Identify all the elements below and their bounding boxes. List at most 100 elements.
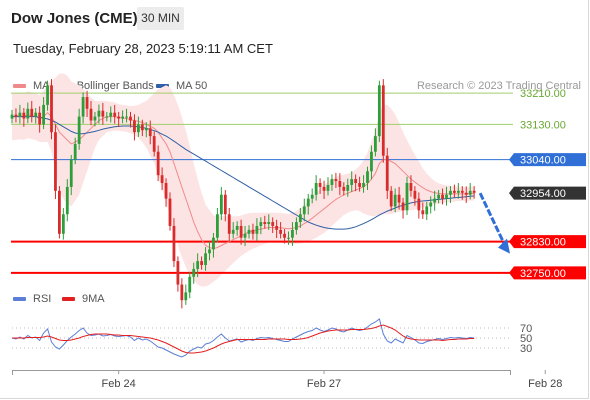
candle-body: [73, 143, 77, 160]
candle-body: [397, 194, 401, 203]
candle-body: [188, 276, 192, 293]
x-tick-label: Feb 27: [307, 378, 341, 390]
level-label-text: 33130.00: [520, 119, 566, 131]
candle-body: [89, 108, 93, 121]
candle-body: [38, 112, 42, 125]
candle-body: [109, 112, 113, 117]
candle-body: [441, 194, 444, 199]
price-chart: 33210.00 33130.00 33040.00 32954.00 32830.00…: [10, 73, 586, 390]
candle-body: [354, 179, 358, 183]
candle-body: [223, 194, 227, 215]
candle-body: [137, 124, 140, 133]
candle-body: [350, 179, 354, 185]
candle-body: [93, 116, 97, 121]
candle-body: [279, 229, 282, 234]
candle-body: [152, 136, 156, 152]
candle-body: [377, 85, 381, 137]
candle-body: [417, 198, 421, 211]
candle-body: [409, 183, 413, 191]
candle-body: [164, 183, 168, 199]
candle-body: [113, 112, 117, 117]
candle-body: [370, 151, 373, 172]
candle-body: [385, 155, 389, 191]
candle-body: [105, 116, 109, 118]
x-axis: Feb 24 Feb 27 Feb 28: [12, 370, 562, 390]
level-label-pivot-2: 33040.00: [509, 153, 586, 167]
candle-body: [251, 229, 255, 234]
candle-body: [310, 194, 314, 199]
candle-body: [421, 210, 425, 215]
candle-body: [160, 175, 164, 183]
candle-body: [287, 237, 290, 239]
candle-body: [291, 229, 294, 238]
candle-body: [283, 233, 286, 238]
candle-body: [263, 222, 267, 225]
candle-body: [298, 214, 302, 223]
level-label-last-3: 32954.00: [509, 186, 586, 200]
candle-body: [85, 97, 89, 109]
level-label-support-5: 32750.00: [509, 266, 586, 280]
candle-body: [267, 222, 271, 225]
candle-body: [306, 198, 310, 207]
candle-body: [271, 222, 275, 226]
candle-body: [42, 104, 45, 125]
bollinger-band-area: [12, 73, 475, 287]
candle-body: [61, 214, 65, 234]
candle-body: [302, 206, 306, 215]
candle-body: [54, 132, 57, 191]
bollinger-bands-layer: [12, 73, 475, 287]
candle-body: [125, 116, 128, 118]
candle-body: [18, 112, 22, 117]
candle-body: [342, 186, 346, 191]
candle-body: [472, 190, 476, 193]
candle-body: [255, 225, 259, 234]
candle-body: [200, 261, 203, 266]
candle-body: [34, 112, 38, 117]
candle-body: [148, 128, 152, 137]
candle-body: [26, 108, 30, 119]
candle-body: [30, 108, 34, 117]
candle-body: [65, 186, 69, 215]
candle-body: [362, 183, 365, 187]
candle-body: [208, 249, 211, 254]
level-labels-layer: 33210.00 33130.00 33040.00 32954.00 32830.00…: [509, 88, 586, 280]
candle-body: [405, 183, 409, 211]
candle-body: [437, 194, 440, 199]
candle-body: [374, 136, 377, 152]
candle-body: [117, 116, 121, 119]
candle-body: [219, 194, 223, 215]
candle-body: [69, 159, 73, 187]
candle-body: [429, 202, 433, 207]
candle-body: [464, 192, 468, 195]
candle-body: [456, 190, 460, 193]
candle-body: [204, 253, 207, 266]
candle-body: [449, 190, 452, 195]
candle-body: [168, 198, 172, 226]
rsi-panel: 705030: [11, 318, 532, 358]
candle-body: [192, 268, 196, 277]
x-tick-label: Feb 28: [528, 378, 562, 390]
candle-body: [247, 229, 251, 234]
candle-body: [338, 181, 342, 187]
candle-body: [381, 85, 385, 156]
candle-body: [346, 184, 350, 191]
candle-body: [58, 190, 61, 234]
candle-body: [172, 225, 176, 262]
candle-body: [235, 225, 239, 230]
level-label-text: 33040.00: [520, 155, 566, 167]
candle-body: [10, 114, 14, 119]
candle-body: [295, 222, 298, 230]
candle-body: [330, 179, 334, 185]
candle-body: [334, 179, 338, 182]
candle-body: [468, 190, 472, 195]
candle-body: [358, 183, 361, 187]
candle-body: [101, 110, 105, 117]
candle-body: [133, 120, 136, 133]
candle-body: [413, 190, 417, 199]
candle-body: [176, 261, 180, 285]
candle-body: [22, 112, 26, 119]
candle-body: [227, 214, 231, 234]
candle-body: [239, 225, 243, 238]
candle-body: [129, 116, 132, 121]
level-label-resistance-1: 33130.00: [520, 119, 566, 131]
